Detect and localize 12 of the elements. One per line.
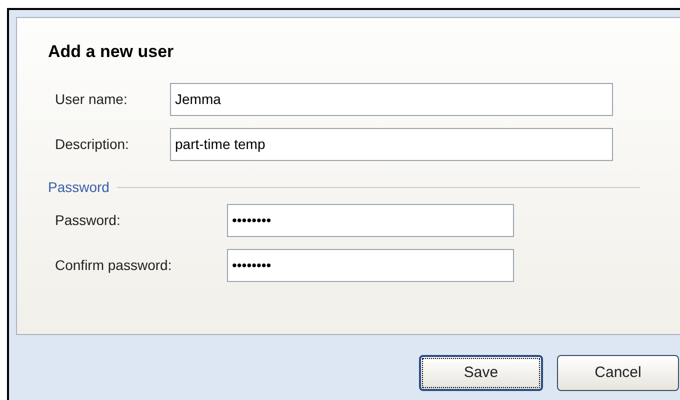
input-field[interactable]: •••••••• [227,204,514,236]
input-field[interactable]: Jemma [170,82,613,116]
input-field[interactable]: •••••••• [227,248,514,282]
section-title: Password [48,178,110,196]
field-label: Description: [55,134,130,154]
field-label: Confirm password: [55,256,173,275]
dialog-button[interactable]: Cancel [557,355,679,391]
field-label: User name: [55,90,128,108]
input-field[interactable]: part-time temp [170,128,613,160]
field-label: Password: [55,210,122,230]
dialog-button[interactable]: Save [419,355,543,391]
dialog-title: Add a new user [48,41,175,63]
